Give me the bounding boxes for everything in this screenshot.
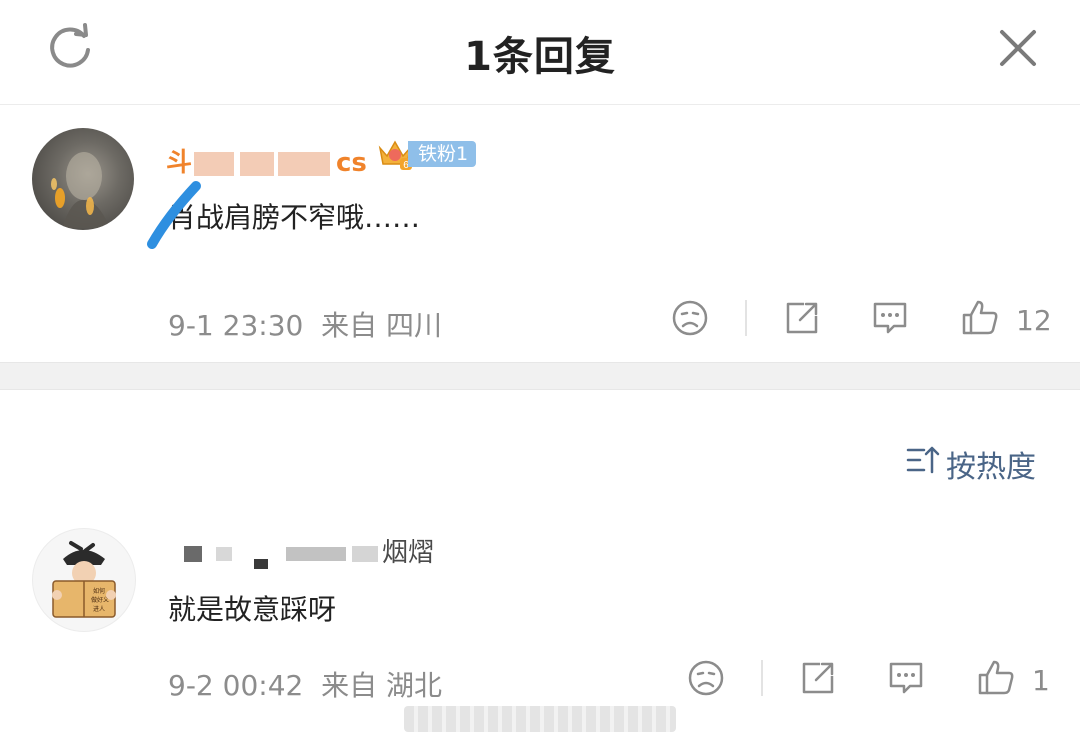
- redaction-block: [184, 545, 202, 562]
- like-count: 1: [1032, 664, 1050, 697]
- reply-avatar[interactable]: 如何 做好义 进人: [32, 528, 136, 632]
- comment-icon[interactable]: [870, 298, 910, 338]
- pen-scribble: [147, 181, 201, 249]
- username-visible-part: cs: [336, 148, 367, 178]
- redaction-block: [194, 151, 235, 176]
- comment-meta: 9-1 23:30 来自 四川: [168, 304, 442, 344]
- reply-location: 来自 湖北: [321, 669, 443, 702]
- reply-username[interactable]: 烟熠: [170, 532, 434, 569]
- redaction-block: [240, 151, 275, 176]
- action-separator: [761, 660, 763, 696]
- username-visible-part: 斗: [166, 148, 193, 178]
- close-icon[interactable]: [992, 22, 1044, 74]
- dialog-title: 1条回复: [464, 34, 616, 80]
- username-visible-part: 烟熠: [382, 538, 435, 568]
- redaction-block: [254, 559, 268, 569]
- commenter-avatar[interactable]: [32, 128, 134, 230]
- share-icon[interactable]: [782, 298, 822, 338]
- like-icon[interactable]: [976, 658, 1016, 698]
- action-separator: [745, 300, 747, 336]
- redaction-block: [352, 545, 378, 562]
- like-icon[interactable]: [960, 298, 1000, 338]
- cartoon-reader-image: 如何 做好义 进人: [52, 541, 116, 618]
- book-cover-text: 做好义: [91, 596, 109, 604]
- reply-meta: 9-2 00:42 来自 湖北: [168, 664, 442, 704]
- comment-location: 来自 四川: [321, 309, 443, 342]
- like-count: 12: [1016, 304, 1052, 337]
- share-icon[interactable]: [798, 658, 838, 698]
- badge-label: 铁粉1: [408, 141, 477, 167]
- redaction-block: [216, 546, 232, 561]
- section-divider: [0, 362, 1080, 390]
- reply-text: 就是故意踩呀: [168, 593, 337, 626]
- redaction-block: [278, 151, 331, 176]
- redaction-block: [286, 546, 346, 561]
- portrait-image: [51, 152, 110, 228]
- dislike-icon[interactable]: [670, 298, 710, 338]
- comment-icon[interactable]: [886, 658, 926, 698]
- dislike-icon[interactable]: [686, 658, 726, 698]
- sort-icon: [906, 446, 940, 474]
- book-cover-text: 如何: [93, 587, 105, 595]
- commenter-username[interactable]: 斗 cs: [166, 142, 367, 179]
- book-cover-text: 进人: [93, 605, 105, 613]
- sort-label: 按热度: [946, 450, 1036, 485]
- comment-time: 9-1 23:30: [168, 309, 304, 342]
- reply-time: 9-2 00:42: [168, 669, 304, 702]
- scroll-indicator[interactable]: [404, 706, 676, 732]
